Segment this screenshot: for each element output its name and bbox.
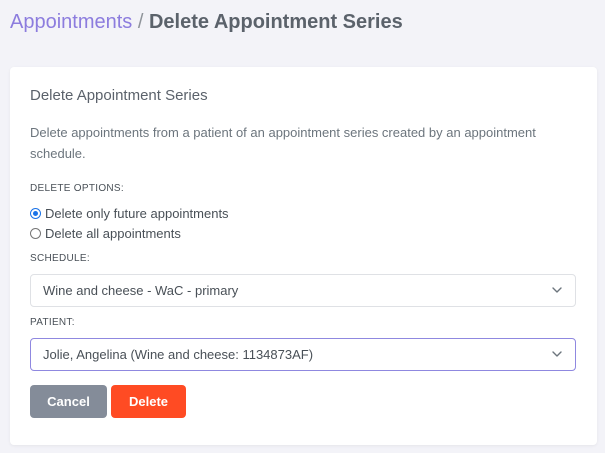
radio-delete-future[interactable]: Delete only future appointments — [30, 206, 229, 221]
chevron-down-icon — [552, 351, 562, 357]
schedule-label: SCHEDULE: — [30, 253, 90, 264]
chevron-down-icon — [552, 287, 562, 293]
card-description: Delete appointments from a patient of an… — [30, 125, 536, 161]
radio-button[interactable] — [30, 228, 41, 239]
breadcrumb-separator: / — [132, 11, 149, 33]
patient-label: PATIENT: — [30, 317, 75, 328]
breadcrumb: Appointments / Delete Appointment Series — [10, 10, 403, 34]
delete-button[interactable]: Delete — [111, 385, 186, 418]
schedule-select-value: Wine and cheese - WaC - primary — [43, 283, 239, 298]
schedule-select[interactable]: Wine and cheese - WaC - primary — [30, 274, 576, 307]
radio-delete-future-label: Delete only future appointments — [45, 206, 229, 221]
page-title: Delete Appointment Series — [148, 11, 403, 33]
radio-button-checked[interactable] — [30, 208, 41, 219]
cancel-button[interactable]: Cancel — [30, 385, 107, 418]
delete-options-label: DELETE OPTIONS: — [30, 183, 124, 194]
card-title: Delete Appointment Series — [30, 87, 208, 104]
radio-delete-all-label: Delete all appointments — [45, 226, 181, 241]
patient-select-value: Jolie, Angelina (Wine and cheese: 113487… — [43, 347, 314, 362]
delete-series-card: Delete Appointment Series Delete appoint… — [10, 67, 597, 445]
breadcrumb-appointments-link[interactable]: Appointments — [10, 11, 132, 33]
patient-select[interactable]: Jolie, Angelina (Wine and cheese: 113487… — [30, 338, 576, 371]
radio-delete-all[interactable]: Delete all appointments — [30, 226, 181, 241]
